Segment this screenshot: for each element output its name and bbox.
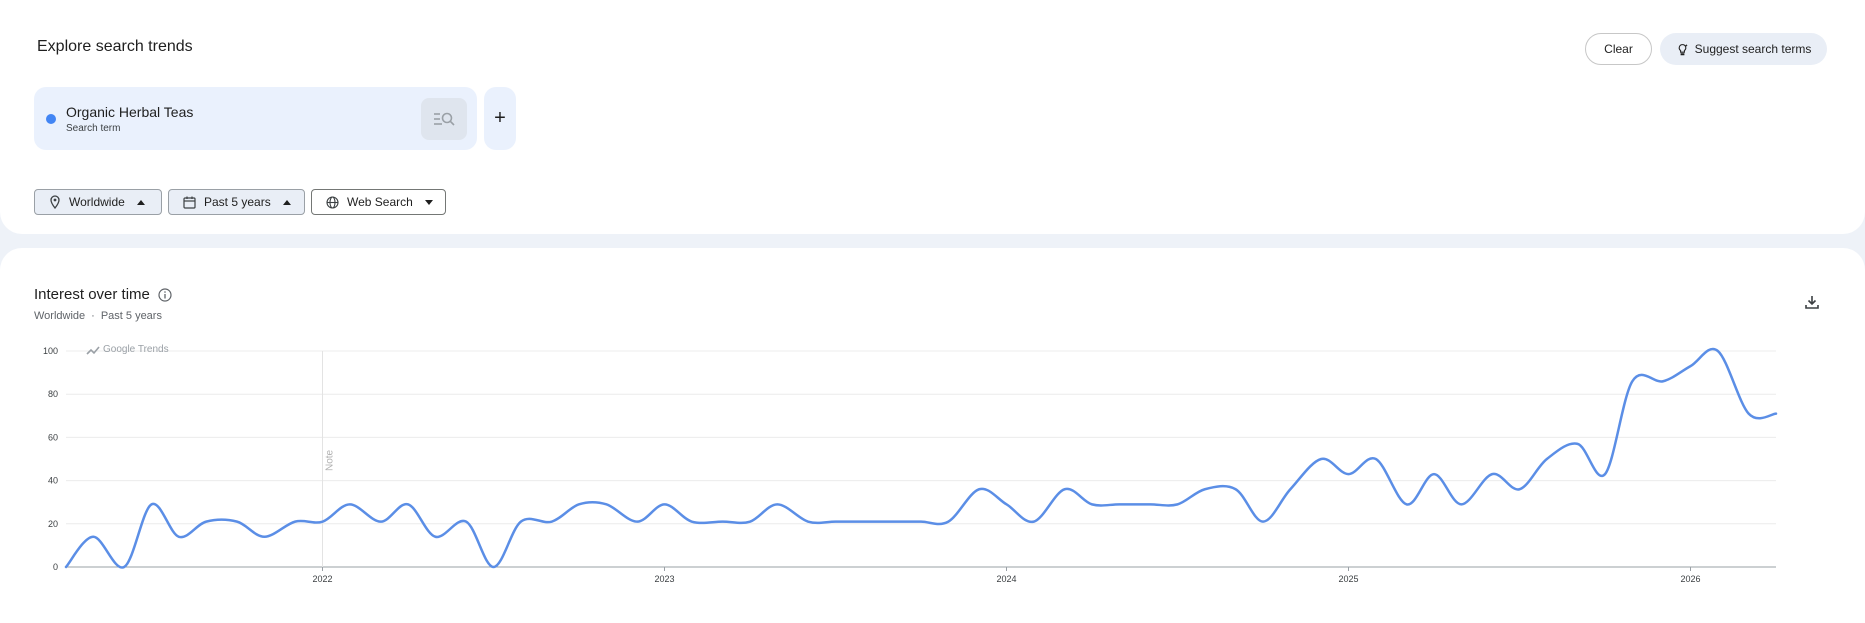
list-search-icon bbox=[434, 112, 455, 126]
suggest-label: Suggest search terms bbox=[1694, 42, 1812, 56]
term-search-options-button[interactable] bbox=[421, 98, 467, 140]
property-label: Web Search bbox=[347, 195, 413, 209]
location-filter[interactable]: Worldwide bbox=[34, 189, 162, 215]
sparkle-bulb-icon bbox=[1678, 43, 1688, 55]
term-color-dot bbox=[46, 114, 56, 124]
y-tick-label: 80 bbox=[48, 389, 58, 399]
google-trends-watermark: Google Trends bbox=[86, 344, 169, 355]
explore-panel: Explore search trends Clear Suggest sear… bbox=[0, 0, 1865, 234]
interest-over-time-panel: Interest over time Worldwide · Past 5 ye… bbox=[0, 248, 1865, 623]
y-tick-label: 20 bbox=[48, 519, 58, 529]
clear-button[interactable]: Clear bbox=[1585, 33, 1652, 65]
caret-up-icon bbox=[136, 199, 145, 205]
caret-down-icon bbox=[424, 199, 433, 205]
time-filter[interactable]: Past 5 years bbox=[168, 189, 305, 215]
location-label: Worldwide bbox=[69, 195, 125, 209]
trend-line-icon bbox=[86, 345, 100, 355]
calendar-icon bbox=[183, 196, 196, 209]
suggest-search-terms-button[interactable]: Suggest search terms bbox=[1660, 33, 1827, 65]
x-tick-label: 2023 bbox=[654, 574, 674, 584]
page-title: Explore search trends bbox=[37, 38, 193, 55]
caret-up-icon bbox=[282, 199, 291, 205]
x-tick-label: 2025 bbox=[1338, 574, 1358, 584]
search-term-card[interactable]: Organic Herbal Teas Search term bbox=[34, 87, 477, 150]
time-label: Past 5 years bbox=[204, 195, 271, 209]
term-name: Organic Herbal Teas bbox=[66, 104, 194, 120]
location-pin-icon bbox=[50, 195, 60, 209]
y-tick-label: 60 bbox=[48, 432, 58, 442]
property-filter[interactable]: Web Search bbox=[311, 189, 446, 215]
x-tick-label: 2024 bbox=[996, 574, 1016, 584]
add-term-button[interactable]: + bbox=[484, 87, 516, 150]
y-tick-label: 40 bbox=[48, 476, 58, 486]
y-tick-label: 100 bbox=[43, 346, 58, 356]
watermark-label: Google Trends bbox=[103, 344, 169, 355]
term-type: Search term bbox=[66, 123, 121, 134]
interest-chart: 0 20 40 60 80 100 2022 2023 2024 2025 2026 Note bbox=[43, 346, 1778, 584]
x-tick-label: 2026 bbox=[1680, 574, 1700, 584]
x-tick-label: 2022 bbox=[312, 574, 332, 584]
y-tick-label: 0 bbox=[53, 562, 58, 572]
globe-icon bbox=[326, 195, 339, 209]
note-label: Note bbox=[325, 449, 336, 471]
